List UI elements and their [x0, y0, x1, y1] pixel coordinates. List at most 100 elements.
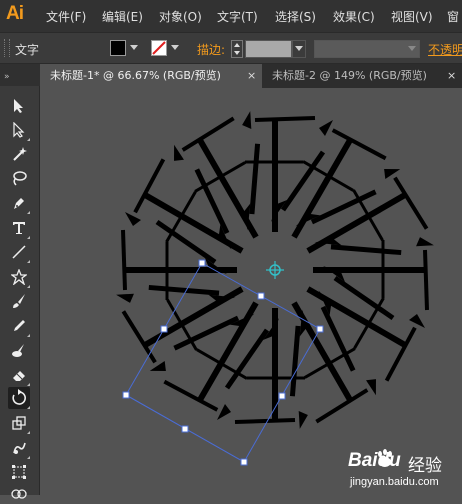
no-stroke-icon [152, 41, 166, 55]
scale-tool[interactable] [8, 412, 30, 434]
menu-object[interactable]: 对象(O) [159, 8, 202, 25]
selection-handle [160, 325, 168, 333]
paintbrush-icon [13, 294, 25, 308]
watermark-brand-cn: 经验 [408, 456, 442, 475]
shape-builder-tool[interactable] [8, 482, 30, 504]
stepper-arrows-icon [234, 43, 240, 55]
rotate-tool[interactable] [8, 387, 30, 409]
free-transform-tool[interactable] [8, 461, 30, 483]
watermark-brand: Baidu [348, 450, 401, 471]
fill-swatch[interactable] [110, 40, 126, 56]
eraser-tool[interactable] [8, 364, 30, 386]
svg-text:»: » [4, 72, 10, 82]
artwork-stroke [196, 348, 248, 380]
rotated-copy [313, 240, 429, 328]
rotated-copy [217, 308, 305, 424]
document-tab-bar: 未标题-1* @ 66.67% (RGB/预览) × 未标题-2 @ 149% … [40, 64, 462, 88]
tools-panel: » [0, 64, 40, 499]
menu-effect[interactable]: 效果(C) [333, 8, 375, 25]
selection-handle [278, 392, 286, 400]
rotated-copy [306, 176, 434, 256]
pencil-icon [14, 320, 25, 331]
chevron-down-icon [295, 46, 303, 51]
free-transform-icon [12, 465, 26, 479]
pen-tool[interactable] [8, 192, 30, 214]
rotated-copy [181, 111, 261, 239]
magic-wand-tool[interactable] [8, 143, 30, 165]
artwork-stroke [165, 191, 197, 243]
stroke-weight-field[interactable] [245, 40, 292, 58]
lasso-tool[interactable] [8, 167, 30, 189]
direct-selection-tool[interactable] [8, 119, 30, 141]
stroke-weight-dropdown[interactable] [292, 40, 306, 58]
selection-tool-icon [14, 99, 23, 113]
mode-label: 文字 [15, 43, 40, 57]
line-tool[interactable] [8, 241, 30, 263]
blob-brush-icon [12, 344, 24, 357]
pen-tool-icon [14, 198, 24, 209]
tab-document-1[interactable]: 未标题-1* @ 66.67% (RGB/预览) [40, 64, 262, 88]
selection-handle [240, 458, 248, 466]
rotated-copy [306, 286, 417, 396]
tab-label: 未标题-2 @ 149% (RGB/预览) [272, 69, 427, 82]
menu-type[interactable]: 文字(T) [217, 8, 258, 25]
star-tool[interactable] [8, 266, 30, 288]
artwork-stroke [125, 212, 141, 226]
artwork-stroke [234, 418, 296, 424]
tab-label: 未标题-1* @ 66.67% (RGB/预览) [50, 69, 221, 82]
opacity-label[interactable]: 不透明 [428, 41, 462, 58]
app-logo: Ai [6, 3, 24, 24]
close-icon[interactable]: × [247, 64, 256, 88]
menu-file[interactable]: 文件(F) [46, 8, 86, 25]
tools-panel-header: » [0, 64, 40, 86]
stroke-swatch[interactable] [151, 40, 167, 56]
menu-edit[interactable]: 编辑(E) [102, 8, 143, 25]
menu-bar: Ai 文件(F) 编辑(E) 对象(O) 文字(T) 选择(S) 效果(C) 视… [0, 0, 462, 32]
paintbrush-tool[interactable] [8, 290, 30, 312]
shape-builder-icon [11, 489, 27, 499]
artboard-canvas[interactable] [40, 88, 462, 495]
selection-handle [198, 259, 206, 267]
artwork[interactable] [40, 88, 462, 495]
star-tool-icon [11, 269, 27, 285]
rotated-copy [116, 284, 244, 364]
menu-view[interactable]: 视图(V) [391, 8, 433, 25]
selection-handle [316, 325, 324, 333]
type-tool-icon [13, 222, 25, 234]
pencil-tool[interactable] [8, 315, 30, 337]
warp-tool[interactable] [8, 437, 30, 459]
rotated-copy [291, 128, 401, 239]
artwork-stroke [409, 314, 425, 328]
type-tool[interactable] [8, 217, 30, 239]
chevron-down-icon [408, 46, 416, 51]
artwork-stroke [315, 388, 369, 424]
rotated-copy [121, 212, 237, 300]
stroke-dropdown-icon[interactable] [171, 45, 179, 50]
rotated-copy [133, 144, 244, 254]
selection-handle [122, 391, 130, 399]
variable-width-profile[interactable] [314, 40, 420, 58]
artwork-stroke [121, 229, 127, 291]
rotated-copy [289, 301, 369, 429]
lasso-icon [13, 171, 27, 186]
menu-window[interactable]: 窗 [447, 8, 459, 25]
selection-tool[interactable] [8, 95, 30, 117]
artwork-stroke [393, 176, 429, 230]
stroke-weight-stepper[interactable] [231, 40, 243, 58]
artwork-stroke [319, 120, 333, 136]
rotated-copy [245, 116, 333, 232]
magic-wand-icon [13, 147, 27, 161]
collapse-arrows-icon[interactable]: » [0, 64, 40, 86]
artwork-stroke [181, 116, 235, 152]
control-bar: 文字 描边: 不透明 [0, 32, 462, 64]
tab-document-2[interactable]: 未标题-2 @ 149% (RGB/预览) [262, 64, 462, 88]
menu-select[interactable]: 选择(S) [275, 8, 316, 25]
artwork-stroke [217, 404, 231, 420]
line-tool-icon [12, 245, 26, 259]
stroke-label[interactable]: 描边: [197, 41, 225, 58]
eraser-icon [13, 371, 25, 381]
fill-dropdown-icon[interactable] [130, 45, 138, 50]
blob-brush-tool[interactable] [8, 339, 30, 361]
panel-grip[interactable] [4, 39, 10, 57]
close-icon[interactable]: × [447, 64, 456, 88]
